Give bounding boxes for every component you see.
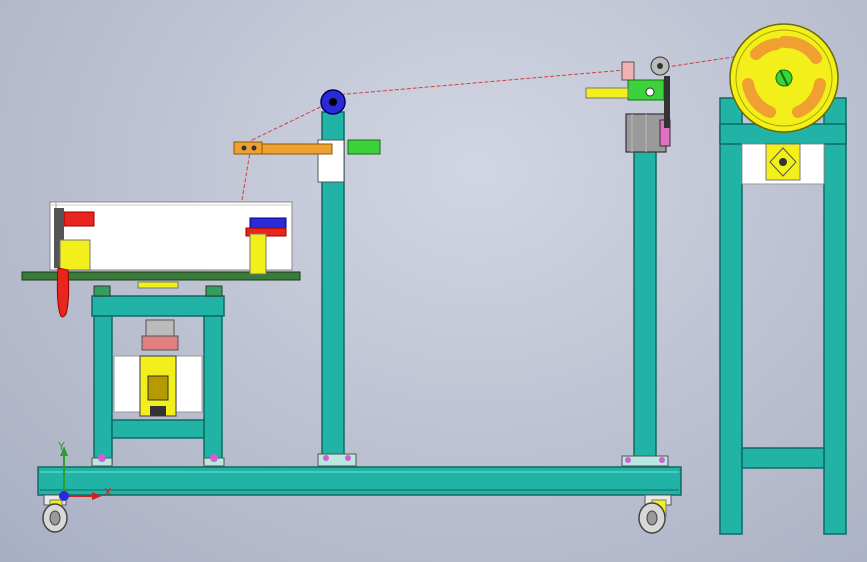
reel-motor [765, 143, 801, 181]
cad-viewport[interactable]: Y X [0, 0, 867, 562]
caster-wheel-right [638, 494, 672, 534]
triad-x-label: X [104, 486, 112, 499]
cad-assembly-drawing[interactable]: Y X [0, 0, 867, 562]
triad-y-label: Y [57, 440, 65, 453]
base-rail[interactable] [37, 466, 682, 496]
spindle-motor [113, 319, 203, 417]
table-top-fittings [93, 281, 223, 297]
wire-reel[interactable] [729, 23, 839, 133]
guide-pulley[interactable] [320, 89, 346, 115]
bowl-clamp-left[interactable] [54, 208, 95, 318]
feed-motor[interactable] [625, 113, 671, 153]
tension-arm[interactable] [233, 139, 381, 183]
feed-head-post[interactable] [621, 147, 669, 467]
